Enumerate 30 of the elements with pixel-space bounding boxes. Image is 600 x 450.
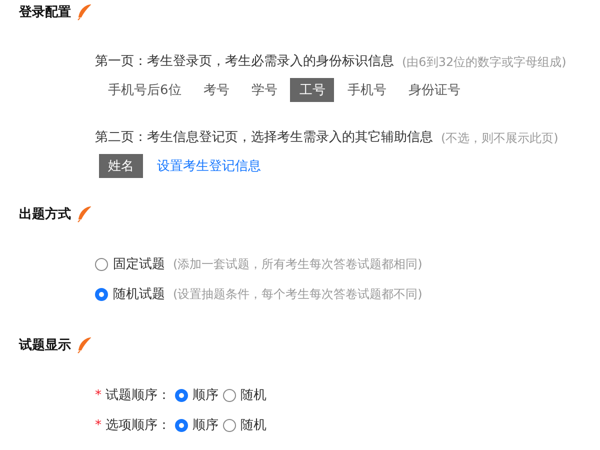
radio-option[interactable]: 随机 — [222, 416, 266, 434]
radio-option[interactable]: 随机 — [222, 386, 266, 404]
setup-link[interactable]: 设置考生登记信息 — [157, 157, 261, 175]
page-label: 第一页：考生登录页，考生必需录入的身份标识信息 — [95, 53, 394, 71]
setting-label: 选项顺序： — [106, 417, 170, 434]
feather-icon — [77, 4, 91, 20]
field-option[interactable]: 学号 — [242, 78, 286, 102]
hint-text: (添加一套试题，所有考生每次答卷试题都相同) — [173, 256, 422, 272]
field-option[interactable]: 姓名 — [99, 154, 143, 178]
hint-text: (不选，则不展示此页) — [441, 130, 558, 147]
radio-option[interactable]: 随机试题 — [95, 285, 165, 303]
hint-text: (由6到32位的数字或字母组成) — [402, 54, 566, 71]
field-option[interactable]: 考号 — [194, 78, 238, 102]
required-mark: * — [95, 418, 102, 432]
feather-icon — [77, 336, 91, 354]
field-option[interactable]: 手机号后6位 — [99, 78, 190, 102]
field-option[interactable]: 手机号 — [338, 78, 396, 102]
field-option[interactable]: 身份证号 — [399, 78, 470, 102]
field-option[interactable]: 工号 — [290, 78, 334, 102]
setting-label: 试题顺序： — [106, 387, 170, 404]
required-mark: * — [95, 388, 102, 402]
section-title: 出题方式 — [19, 206, 71, 223]
section-title: 试题显示 — [19, 337, 71, 354]
feather-icon — [77, 206, 91, 222]
hint-text: (设置抽题条件，每个考生每次答卷试题都不同) — [173, 286, 422, 302]
page-label: 第二页：考生信息登记页，选择考生需录入的其它辅助信息 — [95, 129, 433, 147]
section-title: 登录配置 — [19, 4, 71, 21]
radio-option[interactable]: 顺序 — [174, 416, 218, 434]
radio-option[interactable]: 固定试题 — [95, 255, 165, 273]
radio-option[interactable]: 顺序 — [174, 386, 218, 404]
